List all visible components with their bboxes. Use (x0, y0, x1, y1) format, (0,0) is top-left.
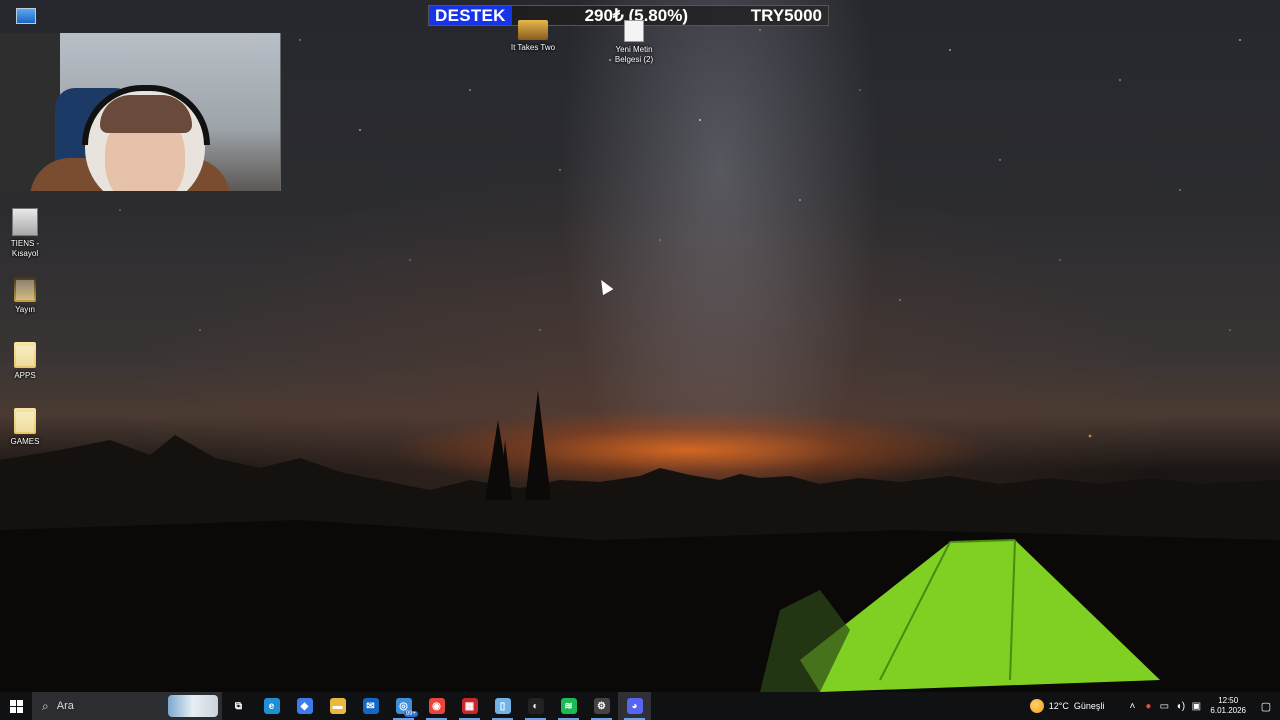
taskbar: ⌕ Ara ⧉ e ◆ ▬ ✉ ◎ 99+ ◉ ▦ ▯ ◐ ≋ ⚙ ◕ 12°C Güneşli ˄ ● … (0, 692, 1280, 720)
desktop-icon-label: TIENS - (10, 239, 40, 248)
search-placeholder: Ara (56, 700, 74, 712)
sun-icon (1029, 699, 1044, 713)
webcam-overlay (0, 33, 281, 191)
task-view-icon: ⧉ (234, 700, 243, 712)
computer-icon (16, 8, 36, 24)
taskbar-app-outlook[interactable]: ✉ (354, 692, 387, 720)
clock-time: 12:50 (1218, 696, 1239, 705)
taskbar-app-task-view[interactable]: ⧉ (222, 692, 255, 720)
network-icon[interactable]: ▭ (1156, 701, 1172, 712)
shortcut-icon (12, 208, 38, 236)
spotify-icon: ≋ (560, 698, 577, 714)
taskbar-app-spotify[interactable]: ≋ (552, 692, 585, 720)
desktop-icon-games[interactable]: GAMES (0, 408, 55, 447)
outlook-icon: ✉ (362, 698, 379, 714)
taskbar-search[interactable]: ⌕ Ara (32, 692, 222, 720)
taskbar-app-file-explorer[interactable]: ▬ (321, 692, 354, 720)
file-explorer-icon: ▬ (329, 698, 346, 714)
desktop-icon-label: Yayın (15, 305, 35, 314)
chevron-up-icon[interactable]: ˄ (1124, 701, 1140, 712)
taskbar-app-copilot[interactable]: ◆ (288, 692, 321, 720)
donation-goal: TRY5000 (750, 5, 822, 25)
monitor-icon[interactable]: ▣ (1188, 701, 1204, 712)
taskbar-app-game-launcher[interactable]: ▦ (453, 692, 486, 720)
folder-icon (14, 276, 36, 302)
folder-icon (14, 342, 36, 368)
desktop-icon-label: GAMES (10, 437, 40, 446)
desktop-icon-it-takes-two[interactable]: It Takes Two (503, 20, 563, 53)
notification-icon[interactable]: ▢ (1252, 700, 1280, 713)
search-icon: ⌕ (42, 698, 49, 713)
desktop-icon-label: Yeni Metin (615, 45, 653, 54)
search-highlight-image (168, 695, 218, 717)
taskbar-clock[interactable]: 12:50 6.01.2026 (1210, 696, 1246, 716)
desktop-icon-label: APPS (14, 371, 36, 380)
taskbar-app-chrome[interactable]: ◉ (420, 692, 453, 720)
system-tray: 12°C Güneşli ˄ ● ▭ ◖) ▣ 12:50 6.01.2026 … (1029, 692, 1280, 720)
weather-temp: 12°C (1048, 701, 1069, 711)
taskbar-app-discord[interactable]: ◕ (618, 692, 651, 720)
game-launcher-icon: ▦ (461, 698, 478, 714)
desktop-icon-text-document[interactable]: Yeni Metin Belgesi (2) (604, 20, 664, 65)
settings-icon: ⚙ (593, 698, 610, 714)
edge-icon: e (263, 698, 280, 714)
obs-icon: ◐ (527, 698, 544, 714)
text-file-icon (624, 20, 644, 42)
desktop-icon-label: Kısayol (11, 249, 39, 258)
taskbar-app-obs[interactable]: ◐ (519, 692, 552, 720)
taskbar-app-edge[interactable]: e (255, 692, 288, 720)
taskbar-pinned-apps: ⧉ e ◆ ▬ ✉ ◎ 99+ ◉ ▦ ▯ ◐ ≋ ⚙ ◕ (222, 692, 651, 720)
desktop-icon-label: It Takes Two (510, 43, 556, 52)
notification-badge: 99+ (403, 711, 418, 717)
clock-date: 6.01.2026 (1210, 706, 1246, 715)
folder-icon (14, 408, 36, 434)
taskbar-app-settings[interactable]: ⚙ (585, 692, 618, 720)
donation-label: DESTEK (429, 6, 512, 25)
discord-icon: ◕ (626, 698, 643, 714)
desktop-icon-yayin[interactable]: Yayın (0, 276, 55, 315)
desktop-icon-this-pc[interactable] (0, 8, 56, 27)
green-tent (760, 539, 1160, 692)
windows-logo-icon (9, 699, 23, 713)
notepad-icon: ▯ (494, 698, 511, 714)
app-tray-icon[interactable]: ● (1140, 701, 1156, 712)
volume-icon[interactable]: ◖) (1172, 701, 1188, 712)
weather-desc: Güneşli (1073, 701, 1105, 711)
start-button[interactable] (0, 692, 32, 720)
copilot-icon: ◆ (296, 698, 313, 714)
desktop-icon-tiens[interactable]: TIENS - Kısayol (0, 208, 55, 259)
weather-widget[interactable]: 12°C Güneşli (1029, 699, 1105, 713)
desktop-icon-label: Belgesi (2) (614, 55, 654, 64)
taskbar-app-whatsapp[interactable]: ◎ 99+ (387, 692, 420, 720)
game-shortcut-icon (518, 20, 548, 40)
chrome-icon: ◉ (428, 698, 445, 714)
taskbar-app-notepad[interactable]: ▯ (486, 692, 519, 720)
desktop-icon-apps[interactable]: APPS (0, 342, 55, 381)
